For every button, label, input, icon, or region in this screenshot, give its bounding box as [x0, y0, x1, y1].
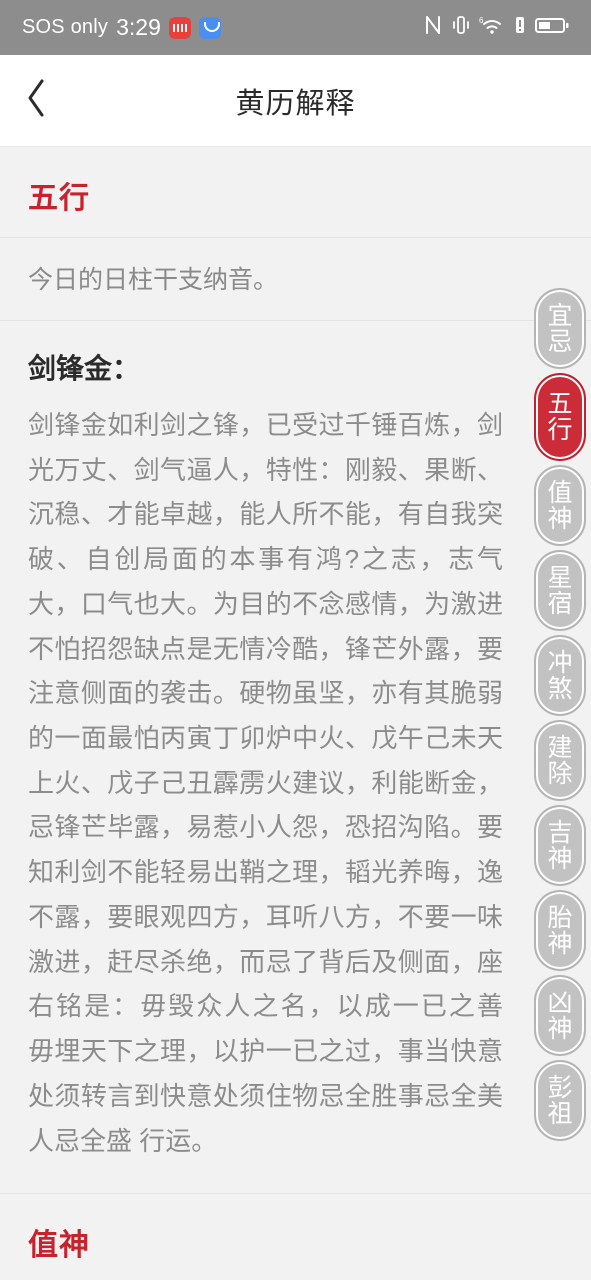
rail-tab-xiongshen[interactable]: 凶 神 [534, 975, 586, 1056]
rail-tab-char: 神 [547, 1014, 573, 1043]
rail-tab-char: 忌 [547, 327, 573, 356]
rail-tab-pengzu[interactable]: 彭 祖 [534, 1060, 586, 1141]
rail-tab-char: 祖 [547, 1099, 573, 1128]
rail-tab-char: 宜 [547, 301, 573, 330]
vibrate-icon [452, 14, 470, 41]
red-app-icon [168, 16, 191, 39]
status-bar-left: SOS only 3:29 [22, 14, 221, 41]
rail-tab-yiji[interactable]: 宜 忌 [534, 288, 586, 369]
rail-tab-char: 神 [547, 929, 573, 958]
chevron-left-icon [23, 76, 49, 125]
rail-tab-char: 五 [547, 390, 573, 418]
blue-app-icon [198, 16, 221, 39]
rail-tab-xingxiu[interactable]: 星 宿 [534, 550, 586, 631]
rail-tab-char: 凶 [547, 988, 573, 1017]
nfc-icon [423, 14, 443, 41]
category-tab-rail[interactable]: 宜 忌 五 行 值 神 星 宿 冲 煞 建 除 吉 神 胎 神 凶 神 彭 祖 [534, 288, 586, 1141]
rail-tab-jianchu[interactable]: 建 除 [534, 720, 586, 801]
status-bar: SOS only 3:29 6 [0, 0, 591, 55]
battery-icon [535, 14, 569, 41]
section-header-zhishen: 值神 [0, 1194, 591, 1280]
rail-tab-char: 胎 [547, 903, 573, 932]
rail-tab-char: 煞 [547, 674, 573, 703]
carrier-label: SOS only [22, 16, 109, 38]
section-subtitle: 今日的日柱干支纳音。 [0, 238, 591, 321]
rail-tab-char: 吉 [547, 818, 573, 847]
rail-tab-wuxing[interactable]: 五 行 [534, 373, 586, 461]
clock-label: 3:29 [116, 14, 161, 40]
rail-tab-char: 除 [547, 759, 573, 788]
entry-title: 剑锋金： [28, 353, 141, 384]
rail-tab-char: 星 [547, 563, 573, 592]
alert-icon [514, 14, 526, 41]
section-header-wuxing: 五行 [0, 147, 591, 238]
wifi-6-icon: 6 [479, 14, 505, 41]
section-title: 五行 [28, 182, 90, 215]
rail-tab-chongsha[interactable]: 冲 煞 [534, 635, 586, 716]
rail-tab-char: 值 [547, 478, 573, 507]
rail-tab-char: 冲 [547, 648, 573, 677]
content-scroll-area[interactable]: 五行 今日的日柱干支纳音。 剑锋金： 剑锋金如利剑之锋，已受过千锤百炼，剑光万丈… [0, 147, 591, 1280]
nav-bar: 黄历解释 [0, 55, 591, 147]
content-block-wuxing: 剑锋金： 剑锋金如利剑之锋，已受过千锤百炼，剑光万丈、剑气逼人，特性：刚毅、果断… [0, 321, 591, 1195]
rail-tab-char: 神 [547, 844, 573, 873]
rail-tab-char: 行 [547, 416, 573, 444]
rail-tab-char: 神 [547, 504, 573, 533]
section-title: 值神 [28, 1229, 90, 1263]
status-bar-right: 6 [423, 14, 569, 41]
back-button[interactable] [0, 55, 72, 146]
entry-body: 剑锋金如利剑之锋，已受过千锤百炼，剑光万丈、剑气逼人，特性：刚毅、果断、沉稳、才… [28, 410, 503, 1156]
rail-tab-zhishen[interactable]: 值 神 [534, 465, 586, 546]
rail-tab-char: 彭 [547, 1073, 573, 1102]
rail-tab-taishen[interactable]: 胎 神 [534, 890, 586, 971]
page-title: 黄历解释 [235, 87, 356, 120]
rail-tab-jishen[interactable]: 吉 神 [534, 805, 586, 886]
rail-tab-char: 宿 [547, 589, 573, 618]
rail-tab-char: 建 [547, 733, 573, 762]
